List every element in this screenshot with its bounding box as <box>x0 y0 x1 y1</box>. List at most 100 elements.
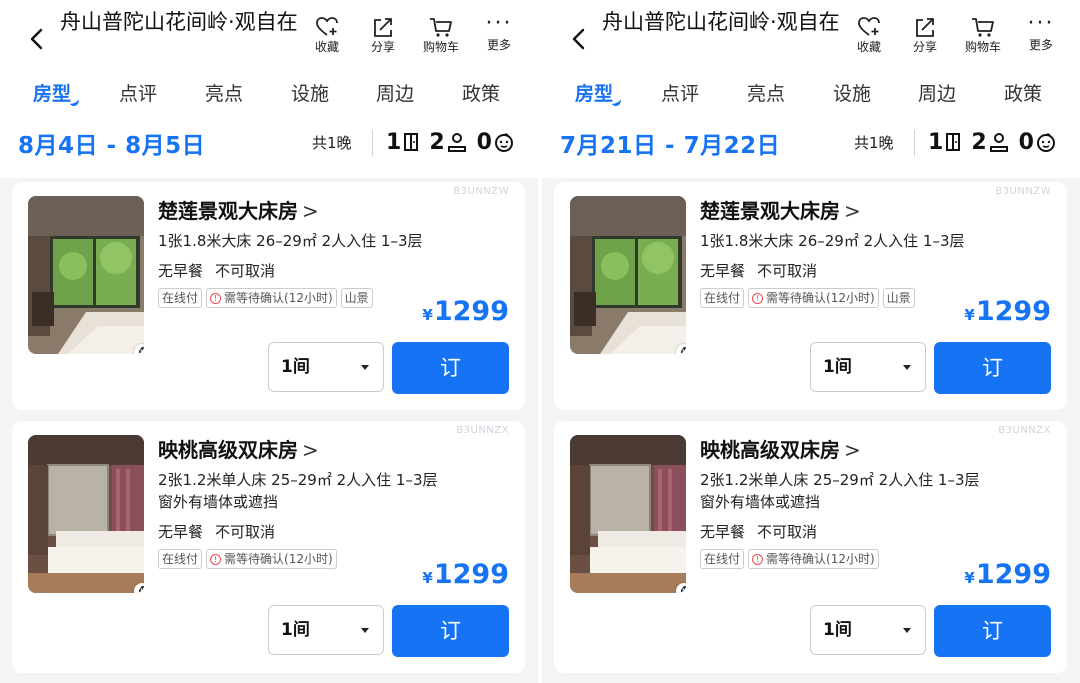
tab-facilities[interactable]: 设施 <box>291 80 329 108</box>
caret-down-icon <box>361 628 369 633</box>
hotel-panel-right: 舟山普陀山花间岭·观自在 收藏 分享 购物车 ··· 更多 房型 点评 亮点 设… <box>542 0 1080 683</box>
book-button[interactable]: 订 <box>392 342 509 394</box>
room-photo-image <box>570 435 686 593</box>
tab-highlights[interactable]: 亮点 <box>205 80 243 108</box>
room-info: 映桃高级双床房 > 2张1.2米单人床 25–29㎡ 2人入住 1–3层 窗外有墙… <box>158 435 513 569</box>
favorite-button[interactable]: 收藏 <box>297 14 357 54</box>
room-photo[interactable]: 4 <box>28 196 144 354</box>
tag-needs-confirm: ! 需等待确认(12小时) <box>748 549 879 569</box>
tag-pay-online: 在线付 <box>700 288 745 308</box>
occupancy-selector[interactable]: 1 2 0 <box>928 127 1064 157</box>
share-label: 分享 <box>912 40 937 54</box>
heart-plus-icon <box>316 17 338 36</box>
tab-nearby[interactable]: 周边 <box>918 80 956 108</box>
child-count: 0 <box>1018 129 1034 155</box>
header-actions: 收藏 分享 购物车 ··· 更多 <box>847 13 1077 64</box>
price-value: 1299 <box>975 559 1051 590</box>
room-name[interactable]: 映桃高级双床房 > <box>158 435 513 465</box>
date-bar[interactable]: 8月4日 - 8月5日 共1晚 1 2 0 <box>0 122 538 164</box>
back-arrow-icon[interactable] <box>570 28 588 50</box>
book-button[interactable]: 订 <box>934 342 1051 394</box>
room-photo[interactable]: 4 <box>570 196 686 354</box>
room-name-text: 映桃高级双床房 <box>158 438 298 462</box>
tag-pay-online: 在线付 <box>700 549 745 569</box>
room-card[interactable]: B3UNNZX 4 映桃高级双床房 > 2张1.2米单人床 25–29㎡ 2人入住… <box>12 421 525 673</box>
alert-icon: ! <box>210 292 222 304</box>
room-door-icon <box>404 133 419 151</box>
room-qty-select[interactable]: 1间 <box>810 605 926 655</box>
tab-policies[interactable]: 政策 <box>462 80 500 108</box>
room-info: 楚莲景观大床房 > 1张1.8米大床 26–29㎡ 2人入住 1–3层 无早餐 不可… <box>700 196 1055 308</box>
room-qty-value: 1间 <box>281 357 310 377</box>
room-card[interactable]: B3UNNZW 4 楚莲景观大床房 > 1张1.8米大床 26–29㎡ 2人入住 … <box>12 182 525 410</box>
share-button[interactable]: 分享 <box>353 14 413 54</box>
favorite-button[interactable]: 收藏 <box>839 14 899 54</box>
room-card[interactable]: B3UNNZX 4 映桃高级双床房 > 2张1.2米单人床 25–29㎡ 2人入住… <box>554 421 1067 673</box>
room-qty-value: 1间 <box>823 357 852 377</box>
room-bed-info: 1张1.8米大床 26–29㎡ 2人入住 1–3层 <box>158 232 423 250</box>
room-qty-select[interactable]: 1间 <box>268 605 384 655</box>
room-photo-image <box>28 435 144 593</box>
room-name[interactable]: 楚莲景观大床房 > <box>158 196 513 226</box>
tab-room-types[interactable]: 房型 <box>575 80 613 108</box>
share-label: 分享 <box>370 40 395 54</box>
tag-mountain-view: 山景 <box>882 288 915 308</box>
child-count: 0 <box>476 129 492 155</box>
more-button[interactable]: ··· 更多 <box>469 13 529 53</box>
room-bed-info: 2张1.2米单人床 25–29㎡ 2人入住 1–3层 <box>700 471 980 489</box>
tab-reviews[interactable]: 点评 <box>661 80 699 108</box>
book-button[interactable]: 订 <box>934 605 1051 657</box>
tab-policies[interactable]: 政策 <box>1004 80 1042 108</box>
stay-dates[interactable]: 7月21日 - 7月22日 <box>560 126 780 160</box>
tab-nearby[interactable]: 周边 <box>376 80 414 108</box>
chevron-right-icon: > <box>302 438 319 462</box>
room-bed-info: 1张1.8米大床 26–29㎡ 2人入住 1–3层 <box>700 232 965 250</box>
room-window-info: 窗外有墙体或遮挡 <box>158 493 279 511</box>
tab-reviews[interactable]: 点评 <box>119 80 157 108</box>
room-price: ¥1299 <box>964 559 1051 590</box>
room-name[interactable]: 楚莲景观大床房 > <box>700 196 1055 226</box>
tab-highlights[interactable]: 亮点 <box>747 80 785 108</box>
room-photo[interactable]: 4 <box>28 435 144 593</box>
tag-needs-confirm: ! 需等待确认(12小时) <box>748 288 879 308</box>
photo-count-badge: 4 <box>134 583 144 593</box>
room-qty-select[interactable]: 1间 <box>268 342 384 392</box>
book-button[interactable]: 订 <box>392 605 509 657</box>
hotel-panel-left: 舟山普陀山花间岭·观自在 收藏 分享 购物车 ··· 更多 房型 点评 亮点 设… <box>0 0 538 683</box>
stay-dates[interactable]: 8月4日 - 8月5日 <box>18 126 205 160</box>
favorite-label: 收藏 <box>314 40 339 54</box>
room-photo-image <box>28 196 144 354</box>
favorite-label: 收藏 <box>856 40 881 54</box>
room-qty-select[interactable]: 1间 <box>810 342 926 392</box>
room-photo-image <box>570 196 686 354</box>
tag-needs-confirm-text: 需等待确认(12小时) <box>224 552 333 566</box>
occupancy-selector[interactable]: 1 2 0 <box>386 127 522 157</box>
cart-button[interactable]: 购物车 <box>953 14 1013 54</box>
adult-count: 2 <box>429 129 445 155</box>
room-qty-value: 1间 <box>281 620 310 640</box>
room-name-text: 楚莲景观大床房 <box>700 199 840 223</box>
room-policy: 无早餐 不可取消 <box>700 260 1055 282</box>
divider <box>372 130 373 156</box>
cancel-policy: 不可取消 <box>215 262 276 280</box>
share-button[interactable]: 分享 <box>895 14 955 54</box>
room-name[interactable]: 映桃高级双床房 > <box>700 435 1055 465</box>
chevron-right-icon: > <box>302 199 319 223</box>
hotel-title: 舟山普陀山花间岭·观自在 <box>60 10 298 34</box>
tab-room-types[interactable]: 房型 <box>33 80 71 108</box>
meal-info: 无早餐 <box>158 523 204 541</box>
room-bed-info: 2张1.2米单人床 25–29㎡ 2人入住 1–3层 <box>158 471 438 489</box>
back-arrow-icon[interactable] <box>28 28 46 50</box>
room-qty-value: 1间 <box>823 620 852 640</box>
child-face-icon <box>494 133 513 152</box>
cart-button[interactable]: 购物车 <box>411 14 471 54</box>
room-photo[interactable]: 4 <box>570 435 686 593</box>
room-card[interactable]: B3UNNZW 4 楚莲景观大床房 > 1张1.8米大床 26–29㎡ 2人入住 … <box>554 182 1067 410</box>
child-face-icon <box>1036 133 1055 152</box>
tag-mountain-view: 山景 <box>340 288 373 308</box>
date-bar[interactable]: 7月21日 - 7月22日 共1晚 1 2 0 <box>542 122 1080 164</box>
room-policy: 无早餐 不可取消 <box>158 521 513 543</box>
more-button[interactable]: ··· 更多 <box>1011 13 1071 53</box>
room-count: 1 <box>928 129 944 155</box>
tab-facilities[interactable]: 设施 <box>833 80 871 108</box>
